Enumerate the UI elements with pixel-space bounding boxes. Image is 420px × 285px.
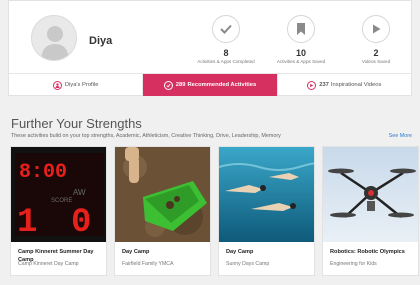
profile-card: Diya 8 Activities & Apps Completed 10 Ac… bbox=[8, 0, 412, 96]
tab-label: Diya's Profile bbox=[64, 82, 99, 88]
svg-text:0: 0 bbox=[71, 204, 91, 242]
tab-label: Recommended Activities bbox=[187, 82, 257, 88]
tab-label: Inspirational Videos bbox=[330, 82, 382, 88]
avatar[interactable] bbox=[31, 15, 77, 61]
stat-label: Activities & Apps Completed bbox=[197, 59, 255, 64]
activity-cards: 8:00 AW SCORE 1 0 Camp Kinneret Summer D… bbox=[10, 146, 419, 276]
tab-count: 237 bbox=[319, 82, 329, 88]
bookmark-icon bbox=[287, 15, 315, 43]
svg-text:1: 1 bbox=[17, 204, 37, 242]
card-organization: Engineering for Kids bbox=[330, 261, 377, 267]
recommended-icon bbox=[163, 80, 173, 90]
activity-card[interactable]: 8:00 AW SCORE 1 0 Camp Kinneret Summer D… bbox=[10, 146, 107, 276]
svg-text:AW: AW bbox=[73, 188, 86, 197]
section-subtitle: These activities build on your top stren… bbox=[11, 133, 281, 139]
section-title: Further Your Strengths bbox=[11, 116, 142, 131]
activity-card[interactable]: Day Camp Fairfield Family YMCA bbox=[114, 146, 211, 276]
tab-profile[interactable]: Diya's Profile bbox=[9, 74, 142, 96]
card-image-drone bbox=[323, 147, 418, 242]
card-title: Robotics: Robotic Olympics bbox=[330, 249, 405, 255]
card-organization: Sunny Days Camp bbox=[226, 261, 270, 267]
stat-label: Videos Saved bbox=[361, 59, 391, 64]
profile-icon bbox=[52, 80, 62, 90]
svg-text:8:00: 8:00 bbox=[19, 161, 67, 184]
profile-tabs: Diya's Profile 289 Recommended Activitie… bbox=[9, 73, 411, 96]
card-image-scoreboard: 8:00 AW SCORE 1 0 bbox=[11, 147, 106, 242]
svg-text:SCORE: SCORE bbox=[51, 198, 72, 204]
check-icon bbox=[212, 15, 240, 43]
video-icon bbox=[307, 80, 317, 90]
stat-count: 2 bbox=[373, 48, 379, 58]
card-image-swimming bbox=[219, 147, 314, 242]
card-organization: Camp Kinneret Day Camp bbox=[18, 261, 79, 267]
user-name: Diya bbox=[89, 35, 113, 47]
card-title: Day Camp bbox=[226, 249, 254, 255]
card-organization: Fairfield Family YMCA bbox=[122, 261, 174, 267]
see-more-link[interactable]: See More bbox=[389, 133, 412, 139]
play-icon bbox=[362, 15, 390, 43]
stat-saved[interactable]: 10 Activities & Apps Saved bbox=[264, 15, 338, 64]
tab-recommended-activities[interactable]: 289 Recommended Activities bbox=[142, 74, 277, 96]
tab-count: 289 bbox=[175, 82, 186, 88]
stat-completed[interactable]: 8 Activities & Apps Completed bbox=[189, 15, 263, 64]
stat-count: 8 bbox=[223, 48, 229, 58]
card-title: Day Camp bbox=[122, 249, 150, 255]
stat-label: Activities & Apps Saved bbox=[276, 59, 326, 64]
activity-card[interactable]: Day Camp Sunny Days Camp bbox=[218, 146, 315, 276]
stat-count: 10 bbox=[295, 48, 306, 58]
activity-card[interactable]: Robotics: Robotic Olympics Engineering f… bbox=[322, 146, 419, 276]
tab-inspirational-videos[interactable]: 237 Inspirational Videos bbox=[276, 74, 411, 96]
stat-videos[interactable]: 2 Videos Saved bbox=[339, 15, 413, 64]
card-image-gardening bbox=[115, 147, 210, 242]
